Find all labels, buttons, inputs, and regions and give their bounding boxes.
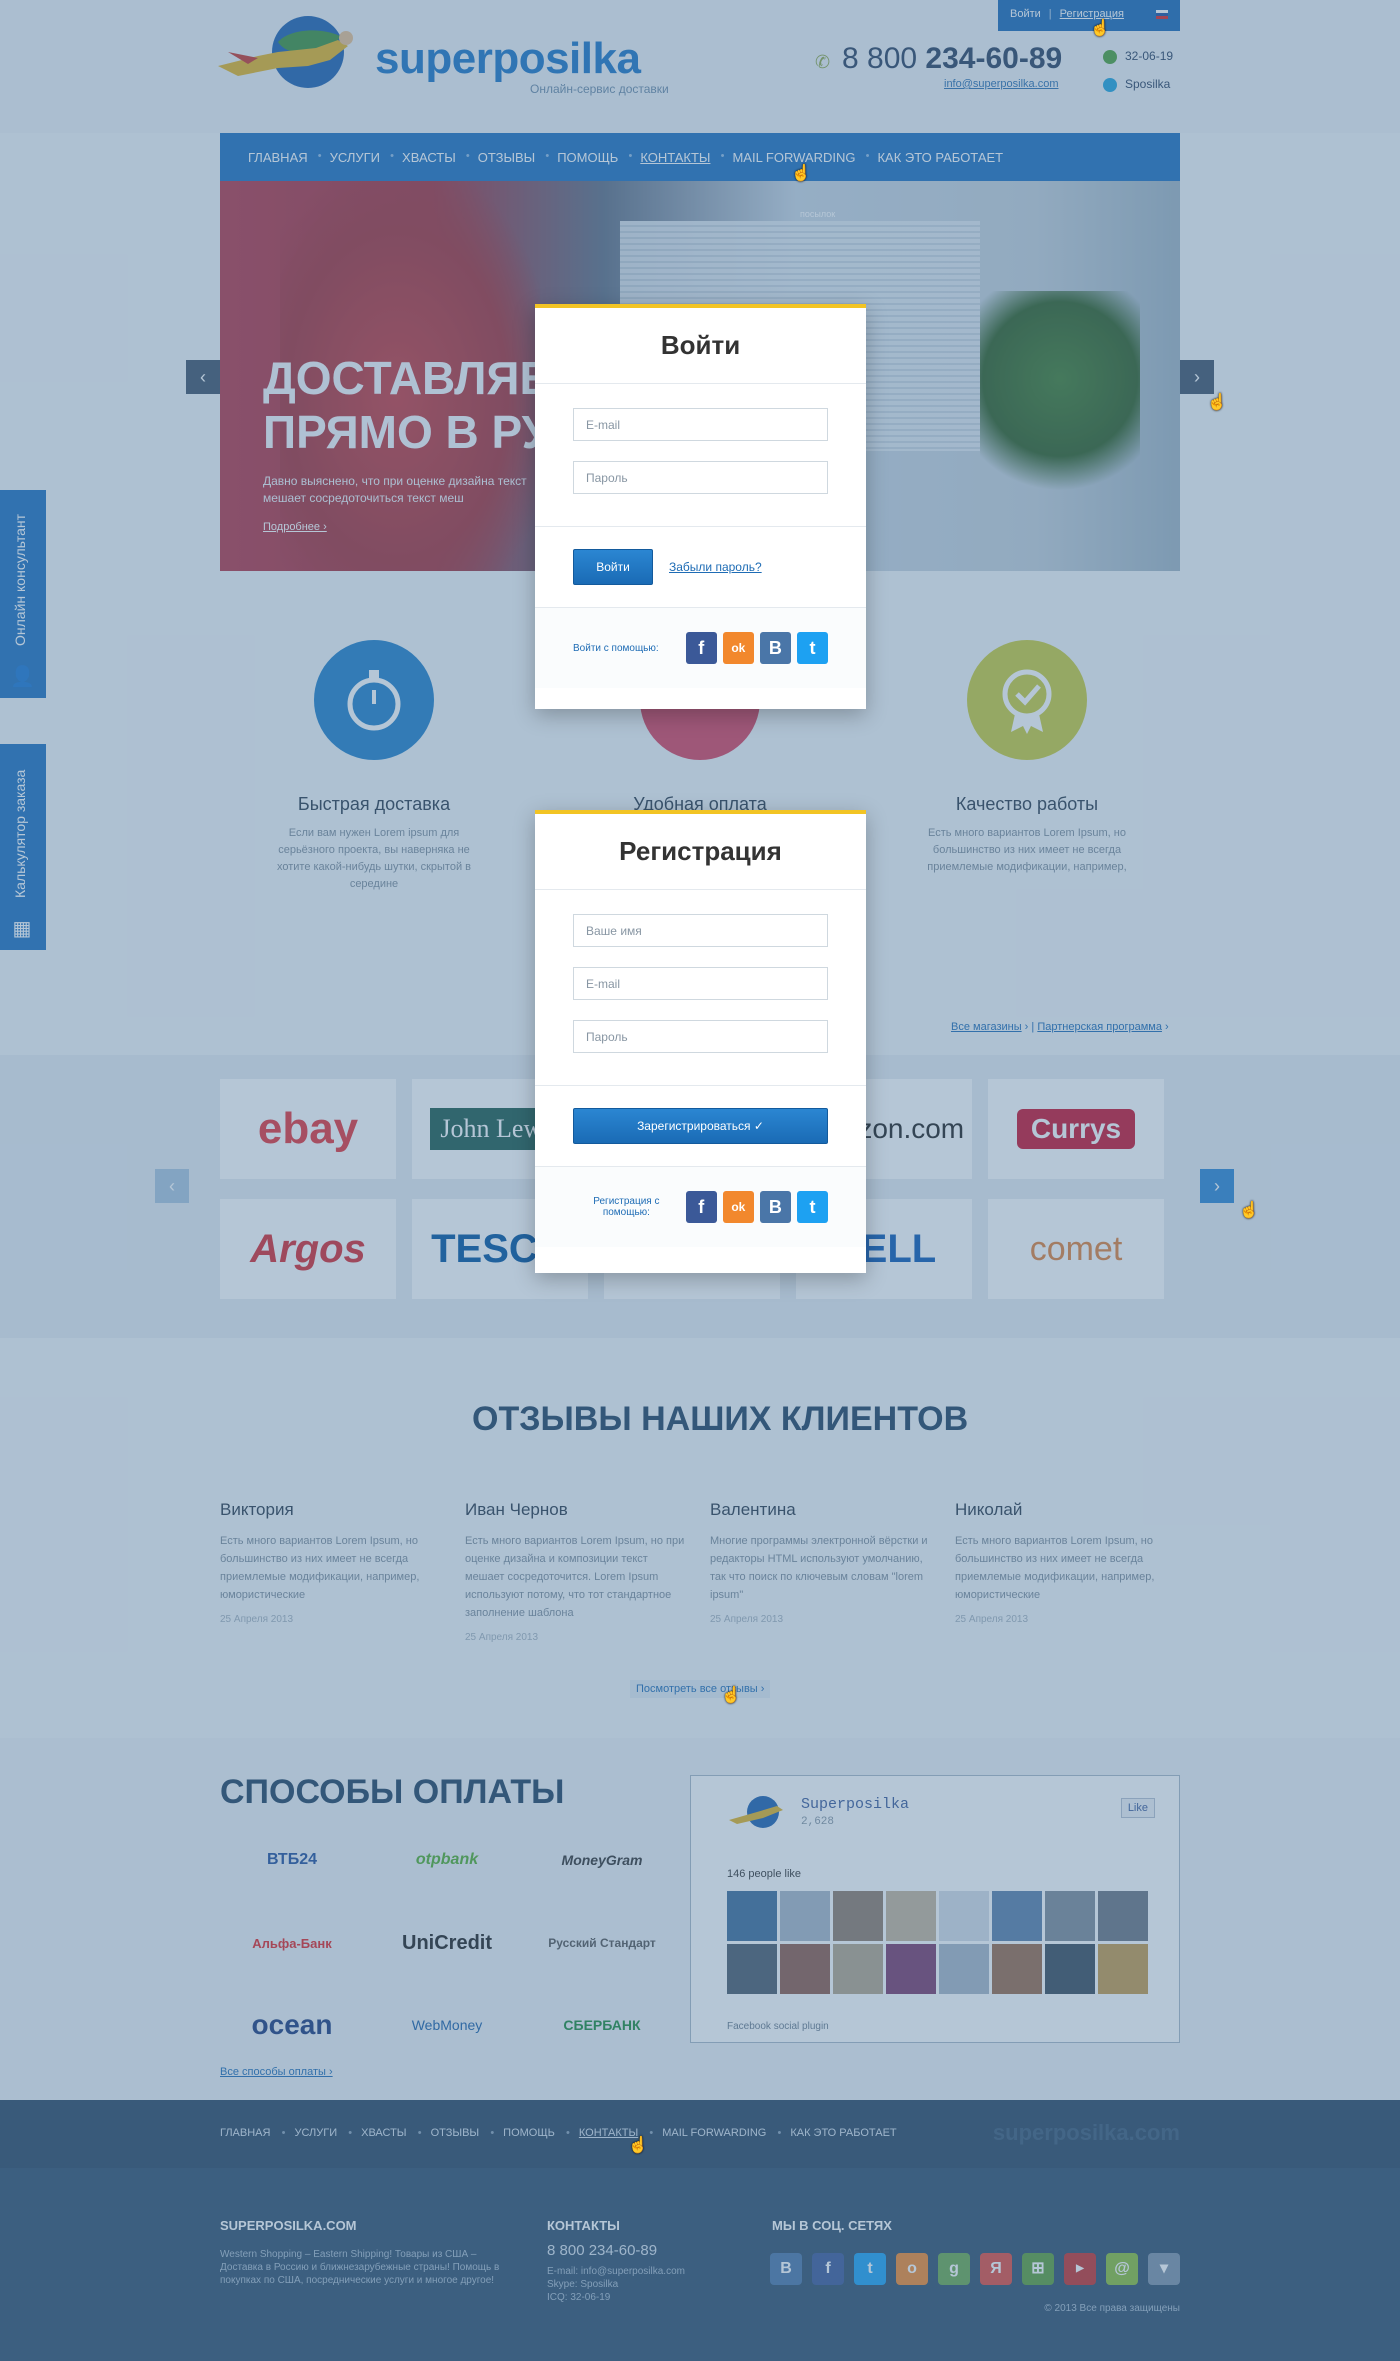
facebook-icon[interactable]: f: [685, 1191, 717, 1223]
hand-cursor-icon: ☝: [1207, 394, 1227, 411]
vk-icon[interactable]: B: [759, 632, 791, 664]
forgot-password-link[interactable]: Забыли пароль?: [669, 560, 762, 574]
register-submit-button[interactable]: Зарегистрироваться ✓: [573, 1108, 828, 1144]
login-email-input[interactable]: [573, 408, 828, 441]
facebook-icon[interactable]: f: [685, 632, 717, 664]
vk-icon[interactable]: B: [759, 1191, 791, 1223]
login-title: Войти: [535, 308, 866, 384]
register-title: Регистрация: [535, 814, 866, 890]
hand-cursor-icon: ☝: [1090, 20, 1110, 37]
hand-cursor-icon: ☝: [628, 2137, 648, 2154]
page: superposilka Онлайн-сервис доставки ✆ 8 …: [0, 0, 1400, 2361]
register-social-row: Регистрация с помощью: f ok B t: [535, 1167, 866, 1247]
register-password-input[interactable]: [573, 1020, 828, 1053]
register-modal: Регистрация Зарегистрироваться ✓ Регистр…: [535, 810, 866, 1273]
register-actions: Зарегистрироваться ✓: [535, 1086, 866, 1167]
hand-cursor-icon: ☝: [1239, 1202, 1259, 1219]
register-email-input[interactable]: [573, 967, 828, 1000]
hand-cursor-icon: ☝: [791, 165, 811, 182]
login-modal: Войти Войти Забыли пароль? Войти с помощ…: [535, 304, 866, 709]
login-submit-button[interactable]: Войти: [573, 549, 653, 585]
twitter-icon[interactable]: t: [796, 1191, 829, 1223]
login-password-input[interactable]: [573, 461, 828, 494]
odnoklassniki-icon[interactable]: ok: [722, 632, 754, 664]
register-fields: [535, 890, 866, 1086]
odnoklassniki-icon[interactable]: ok: [722, 1191, 754, 1223]
twitter-icon[interactable]: t: [796, 632, 829, 664]
hand-cursor-icon: ☝: [721, 1687, 741, 1704]
login-fields: [535, 384, 866, 527]
login-social-label: Войти с помощью:: [573, 642, 659, 654]
register-name-input[interactable]: [573, 914, 828, 947]
login-social-row: Войти с помощью: f ok B t: [535, 608, 866, 688]
register-social-label: Регистрация с помощью:: [593, 1196, 660, 1218]
login-actions: Войти Забыли пароль?: [535, 527, 866, 608]
